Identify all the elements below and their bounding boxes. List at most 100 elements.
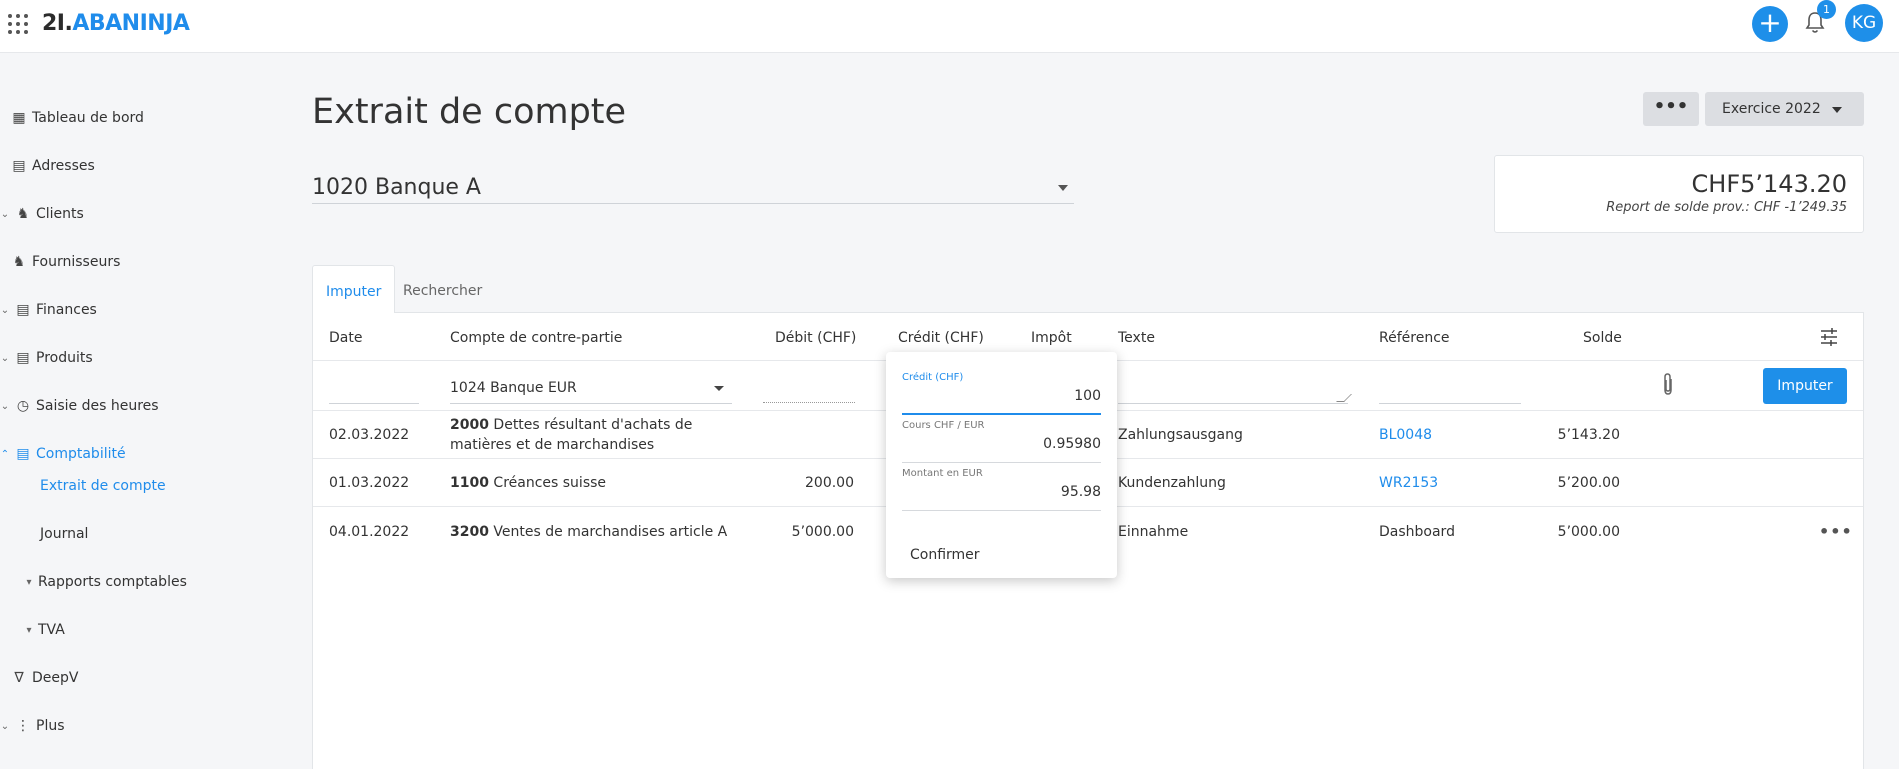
sidebar-item-dashboard[interactable]: ▦ Tableau de bord — [10, 102, 144, 134]
caret-down-icon: ▾ — [26, 624, 32, 636]
row-reference-link[interactable]: WR2153 — [1379, 473, 1438, 493]
tab-search[interactable]: Rechercher — [390, 265, 495, 313]
notification-badge: 1 — [1817, 0, 1836, 19]
page-title: Extrait de compte — [312, 92, 627, 132]
clients-icon: ♞ — [16, 206, 30, 222]
sidebar-item-label: Produits — [36, 350, 93, 366]
row-reference-link[interactable]: BL0048 — [1379, 425, 1432, 445]
sidebar-item-label: Comptabilité — [36, 446, 126, 462]
credit-conversion-popup: Crédit (CHF) 100 Cours CHF / EUR 0.95980… — [886, 352, 1117, 578]
rate-input[interactable]: 0.95980 — [1043, 436, 1101, 452]
rate-field-label: Cours CHF / EUR — [902, 420, 985, 431]
row-contra-account: 3200 Ventes de marchandises article A — [450, 522, 727, 542]
sidebar-subitem-journal[interactable]: Journal — [40, 518, 88, 550]
rate-input-underline — [902, 462, 1101, 463]
caret-down-icon — [714, 386, 724, 391]
apps-grid-icon[interactable] — [8, 14, 28, 34]
row-text: Kundenzahlung — [1118, 475, 1226, 491]
sidebar-subitem-reports[interactable]: ▾ Rapports comptables — [24, 566, 187, 598]
finances-icon: ▤ — [16, 302, 30, 318]
fiscal-year-dropdown[interactable]: Exercice 2022 — [1705, 92, 1864, 126]
balance-carryover-note: Report de solde prov.: CHF -1’249.35 — [1606, 200, 1847, 215]
credit-input-underline — [902, 413, 1101, 415]
sidebar-item-label: Clients — [36, 206, 84, 222]
row-text: Einnahme — [1118, 524, 1189, 540]
sidebar-item-label: Adresses — [32, 158, 95, 174]
chevron-up-icon: ⌃ — [0, 448, 10, 460]
row-contra-account: 1100 Créances suisse — [450, 473, 606, 493]
sidebar-item-label: Fournisseurs — [32, 254, 121, 270]
col-header-contra-account: Compte de contre-partie — [450, 330, 623, 346]
debit-input[interactable] — [763, 402, 855, 403]
row-balance: 5’200.00 — [1557, 475, 1620, 491]
contra-account-value: 1024 Banque EUR — [450, 380, 577, 396]
row-date: 02.03.2022 — [329, 427, 410, 443]
more-vertical-icon: ⋮ — [16, 718, 30, 734]
sidebar-item-deepv[interactable]: ∇ DeepV — [10, 662, 78, 694]
confirm-button[interactable]: Confirmer — [910, 547, 980, 563]
balance-amount: CHF5’143.20 — [1691, 170, 1847, 198]
sidebar-item-clients[interactable]: ⌄ ♞ Clients — [0, 198, 84, 230]
account-name: Créances suisse — [493, 475, 607, 491]
row-debit: 5’000.00 — [791, 524, 854, 540]
sidebar-subitem-vat[interactable]: ▾ TVA — [24, 614, 65, 646]
top-bar: 2I.ABANINJA + 1 KG — [0, 0, 1899, 53]
avatar[interactable]: KG — [1845, 4, 1883, 42]
date-input[interactable] — [329, 403, 419, 404]
chevron-down-icon: ⌄ — [0, 720, 10, 732]
account-number: 3200 — [450, 524, 489, 540]
eur-amount-input[interactable]: 95.98 — [1061, 484, 1101, 500]
logo-brand: ABANINJA — [72, 11, 190, 36]
column-settings-icon[interactable] — [1820, 328, 1838, 346]
reference-input[interactable] — [1379, 403, 1521, 404]
row-actions-icon[interactable]: ••• — [1819, 522, 1853, 541]
credit-field-label: Crédit (CHF) — [902, 372, 964, 383]
sidebar-subitem-account-statement[interactable]: Extrait de compte — [40, 470, 166, 502]
sidebar-item-suppliers[interactable]: ♞ Fournisseurs — [10, 246, 121, 278]
sidebar-item-label: Saisie des heures — [36, 398, 159, 414]
fiscal-year-label: Exercice 2022 — [1722, 101, 1821, 117]
account-number: 2000 — [450, 417, 489, 433]
sidebar-item-label: TVA — [38, 622, 65, 638]
accounting-icon: ▤ — [16, 446, 30, 462]
sidebar-item-finances[interactable]: ⌄ ▤ Finances — [0, 294, 97, 326]
add-button[interactable]: + — [1752, 6, 1788, 42]
col-header-text: Texte — [1118, 330, 1155, 346]
row-date: 04.01.2022 — [329, 524, 410, 540]
account-name: Ventes de marchandises article A — [493, 524, 728, 540]
eur-field-label: Montant en EUR — [902, 468, 983, 479]
eur-input-underline — [902, 510, 1101, 511]
sidebar-item-products[interactable]: ⌄ ▤ Produits — [0, 342, 93, 374]
text-input[interactable] — [1118, 376, 1352, 404]
deepv-icon: ∇ — [14, 670, 24, 686]
account-select[interactable]: 1020 Banque A — [312, 172, 1074, 204]
address-book-icon: ▤ — [12, 158, 26, 174]
col-header-credit: Crédit (CHF) — [898, 330, 984, 346]
chevron-down-icon: ⌄ — [0, 304, 10, 316]
row-reference: Dashboard — [1379, 524, 1455, 540]
tab-impute[interactable]: Imputer — [312, 265, 396, 313]
balance-card: CHF5’143.20 Report de solde prov.: CHF -… — [1494, 155, 1864, 233]
sidebar-item-more[interactable]: ⌄ ⋮ Plus — [0, 710, 65, 742]
col-header-date: Date — [329, 330, 363, 346]
caret-down-icon — [1832, 107, 1842, 113]
sidebar-item-addresses[interactable]: ▤ Adresses — [10, 150, 95, 182]
credit-input[interactable]: 100 — [1074, 388, 1101, 404]
row-text: Zahlungsausgang — [1118, 427, 1243, 443]
sidebar-item-accounting[interactable]: ⌃ ▤ Comptabilité — [0, 438, 126, 470]
row-balance: 5’000.00 — [1557, 524, 1620, 540]
impute-button[interactable]: Imputer — [1763, 368, 1847, 404]
logo-prefix: 2I. — [42, 11, 73, 36]
chevron-down-icon: ⌄ — [0, 400, 10, 412]
more-options-button[interactable]: ••• — [1643, 92, 1699, 126]
sidebar-item-label: Rapports comptables — [38, 574, 187, 590]
col-header-debit: Débit (CHF) — [775, 330, 857, 346]
row-debit: 200.00 — [805, 475, 854, 491]
dashboard-icon: ▦ — [12, 110, 26, 126]
contra-account-underline — [450, 403, 732, 404]
logo[interactable]: 2I.ABANINJA — [42, 11, 190, 36]
sidebar-item-time-tracking[interactable]: ⌄ ◷ Saisie des heures — [0, 390, 159, 422]
contra-account-select[interactable]: 1024 Banque EUR — [450, 376, 732, 404]
attachment-icon[interactable] — [1658, 372, 1678, 398]
account-select-value: 1020 Banque A — [312, 175, 481, 200]
